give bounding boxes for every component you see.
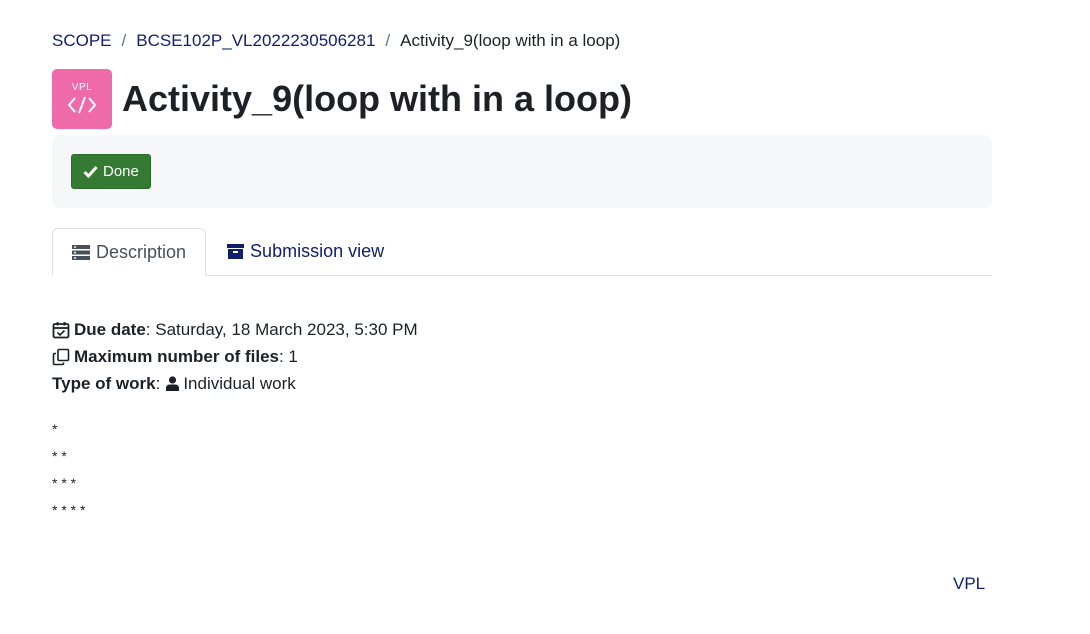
due-date-value: : Saturday, 18 March 2023, 5:30 PM xyxy=(145,320,418,339)
max-files-row: Maximum number of files : 1 xyxy=(52,343,418,370)
activity-details: Due date : Saturday, 18 March 2023, 5:30… xyxy=(52,316,418,397)
description-line: * * * xyxy=(52,475,77,491)
description-line: * xyxy=(52,421,58,437)
list-icon xyxy=(72,244,90,260)
vpl-footer-link[interactable]: VPL xyxy=(953,574,985,594)
done-button-label: Done xyxy=(103,163,139,180)
breadcrumb-course-link[interactable]: BCSE102P_VL2022230506281 xyxy=(136,31,375,51)
code-icon xyxy=(67,96,97,114)
check-icon xyxy=(83,166,98,178)
type-of-work-value: Individual work xyxy=(183,374,296,393)
breadcrumb: SCOPE / BCSE102P_VL2022230506281 / Activ… xyxy=(52,31,620,51)
tab-submission-view[interactable]: Submission view xyxy=(206,228,403,275)
description-line: * * * * xyxy=(52,502,86,518)
max-files-value: : 1 xyxy=(278,347,298,366)
description-line: * * xyxy=(52,448,67,464)
tab-description[interactable]: Description xyxy=(52,228,207,276)
due-date-label: Due date xyxy=(74,320,146,339)
user-icon xyxy=(166,376,180,391)
breadcrumb-separator: / xyxy=(385,31,391,50)
done-button[interactable]: Done xyxy=(71,154,151,189)
breadcrumb-current: Activity_9(loop with in a loop) xyxy=(400,31,621,50)
tab-bar: Description Submission view xyxy=(52,227,992,276)
archive-icon xyxy=(227,244,245,259)
vpl-icon-label: VPL xyxy=(71,82,93,93)
copy-icon xyxy=(52,348,70,366)
tab-submission-view-label: Submission view xyxy=(250,241,385,261)
due-date-row: Due date : Saturday, 18 March 2023, 5:30… xyxy=(52,316,418,343)
breadcrumb-scope-link[interactable]: SCOPE xyxy=(52,31,112,51)
vpl-activity-icon: VPL xyxy=(52,69,112,129)
calendar-check-icon xyxy=(52,321,70,339)
tab-description-label: Description xyxy=(96,241,187,262)
type-of-work-colon: : xyxy=(155,374,161,393)
breadcrumb-separator: / xyxy=(121,31,127,50)
description-content: * * * * * * * * * * xyxy=(52,416,85,524)
page-header: VPL Activity_9(loop with in a loop) xyxy=(52,69,632,129)
type-of-work-label: Type of work xyxy=(52,374,156,393)
activity-completion-panel: Done xyxy=(52,135,992,208)
max-files-label: Maximum number of files xyxy=(74,347,279,366)
type-of-work-row: Type of work : Individual work xyxy=(52,370,418,397)
page-title: Activity_9(loop with in a loop) xyxy=(122,78,633,119)
